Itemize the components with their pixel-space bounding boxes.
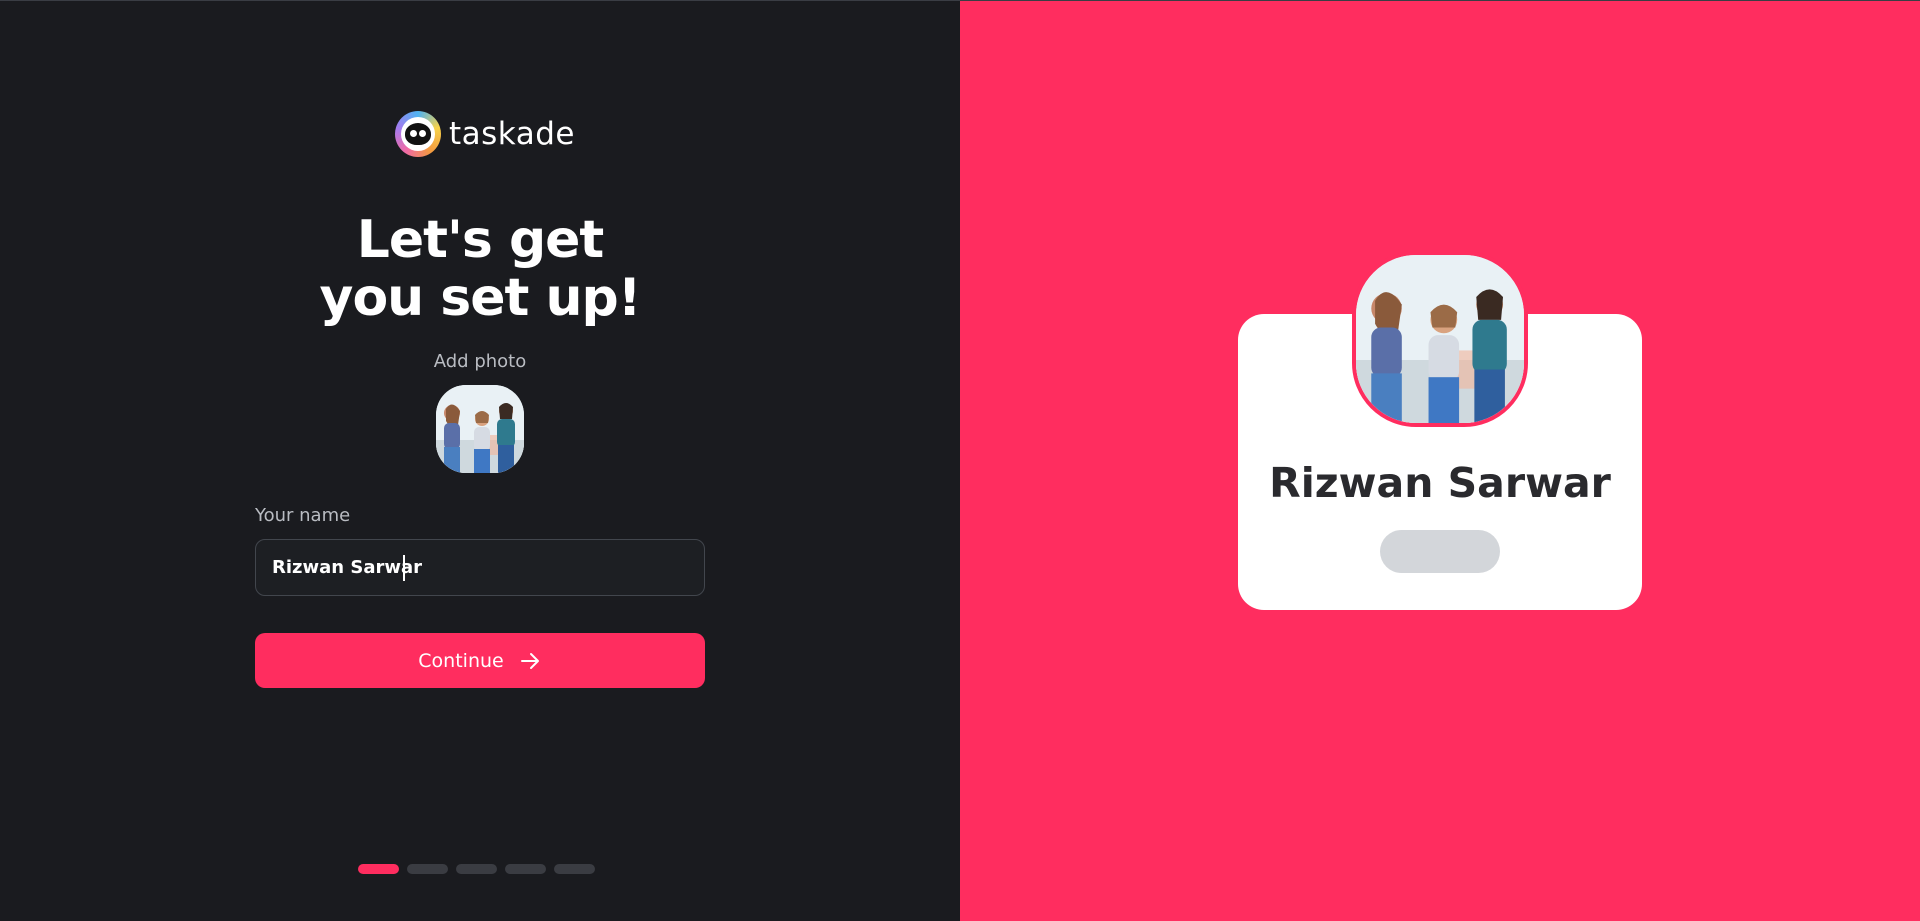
brand-name: taskade bbox=[449, 116, 575, 152]
progress-step-3 bbox=[456, 864, 497, 874]
title-line-2: you set up! bbox=[319, 268, 642, 328]
add-photo-label: Add photo bbox=[433, 351, 527, 372]
progress-step-4 bbox=[505, 864, 546, 874]
profile-placeholder-pill bbox=[1380, 530, 1500, 573]
profile-avatar bbox=[1352, 251, 1528, 427]
continue-label: Continue bbox=[418, 649, 504, 672]
brand-logo: taskade bbox=[395, 111, 575, 157]
progress-step-5 bbox=[554, 864, 595, 874]
progress-step-2 bbox=[407, 864, 448, 874]
setup-panel: taskade Let's get you set up! Add photo bbox=[0, 1, 960, 921]
title-line-1: Let's get bbox=[356, 210, 605, 270]
profile-preview-panel: Rizwan Sarwar bbox=[960, 1, 1920, 921]
profile-name: Rizwan Sarwar bbox=[1269, 459, 1611, 507]
group-photo-avatar-icon bbox=[1356, 255, 1524, 423]
progress-step-1 bbox=[358, 864, 399, 874]
name-label: Your name bbox=[255, 505, 351, 526]
progress-indicator bbox=[358, 864, 595, 874]
onboarding-screen: taskade Let's get you set up! Add photo bbox=[0, 0, 1920, 921]
taskade-logo-icon bbox=[395, 111, 441, 157]
avatar-upload[interactable] bbox=[436, 385, 524, 473]
continue-button[interactable]: Continue bbox=[255, 633, 705, 688]
page-title: Let's get you set up! bbox=[0, 211, 960, 327]
text-cursor bbox=[403, 555, 405, 581]
arrow-right-icon bbox=[520, 652, 539, 669]
name-input[interactable] bbox=[255, 539, 705, 596]
group-photo-avatar-icon bbox=[436, 385, 524, 473]
